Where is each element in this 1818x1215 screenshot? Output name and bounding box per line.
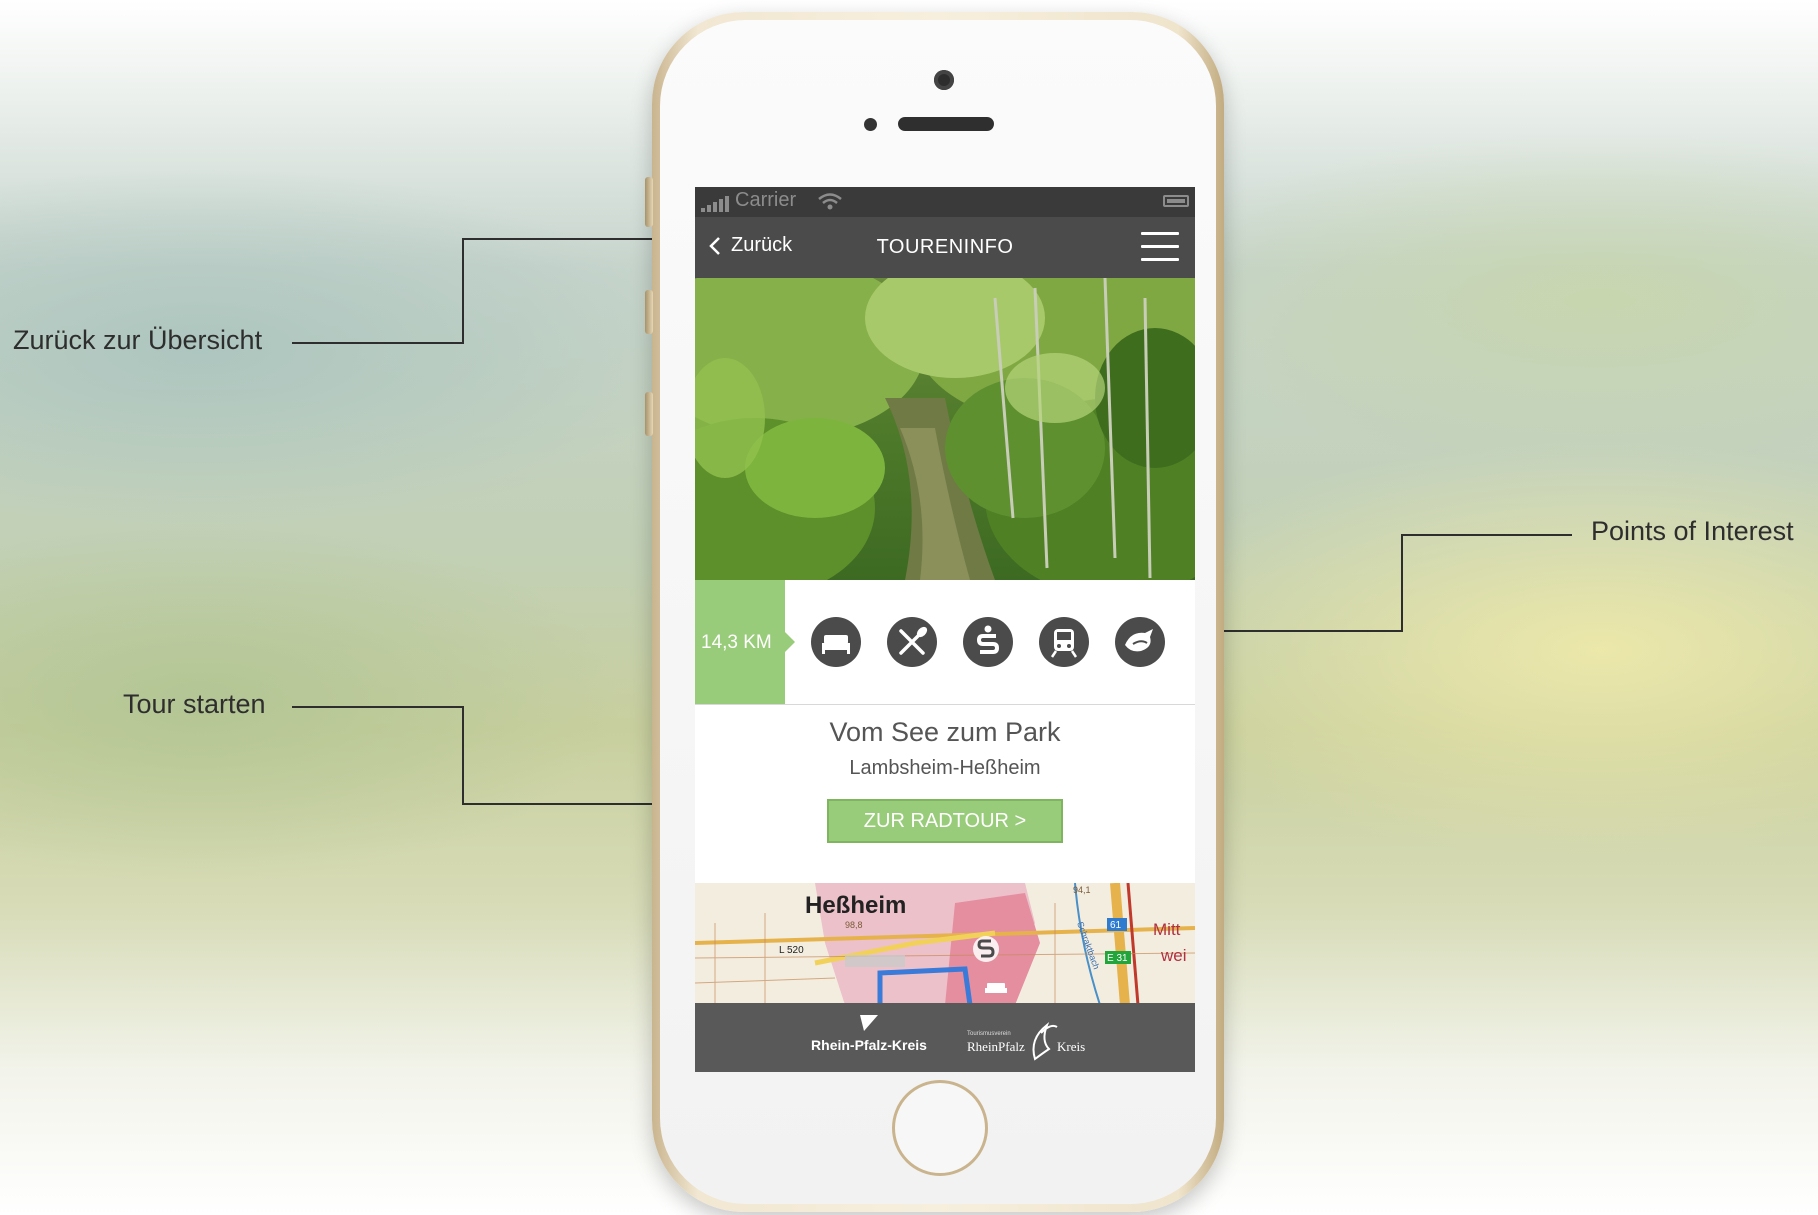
hamburger-icon-line [1141, 258, 1179, 261]
tour-subtitle: Lambsheim-Heßheim [849, 757, 1041, 779]
map-place-2: wei [1160, 946, 1187, 965]
callout-poi-label: Points of Interest [1591, 516, 1794, 546]
bed-icon[interactable] [811, 617, 861, 667]
hamburger-icon-line [1141, 232, 1179, 235]
distance-label: 14,3 KM [701, 632, 772, 653]
logo1-label: Rhein-Pfalz-Kreis [811, 1037, 927, 1053]
train-icon[interactable] [1039, 617, 1089, 667]
rhein-pfalz-kreis-logo[interactable]: Rhein-Pfalz-Kreis [799, 1013, 939, 1053]
page-title: TOURENINFO [876, 236, 1014, 258]
logo2-main-label: RheinPfalz [967, 1039, 1025, 1054]
battery-icon [1163, 195, 1189, 207]
footer: Rhein-Pfalz-Kreis Tourismusverein RheinP… [695, 1003, 1195, 1072]
map-bed-icon [985, 983, 1007, 993]
logo2-small-label: Tourismusverein [967, 1031, 1011, 1037]
earpiece-speaker [898, 117, 994, 131]
callout-start-label: Tour starten [123, 689, 266, 719]
volume-up-button [645, 290, 653, 334]
tour-map[interactable]: Heßheim L 520 98,8 94,1 61 E 31 Mitt wei… [695, 883, 1195, 1005]
bank-icon[interactable] [963, 617, 1013, 667]
map-place-1: Mitt [1153, 920, 1181, 939]
distance-badge: 14,3 KM [695, 580, 795, 704]
menu-button[interactable] [1141, 232, 1179, 264]
start-tour-button[interactable]: ZUR RADTOUR > [827, 799, 1063, 843]
map-graphic: Heßheim L 520 98,8 94,1 61 E 31 Mitt wei… [695, 883, 1195, 1005]
phone-face: Carrier Zurück TOURENINFO 14,3 KM Vom Se… [660, 20, 1216, 1204]
home-button[interactable] [892, 1080, 988, 1176]
map-route-badge-2: E 31 [1107, 953, 1128, 964]
tourism-logo[interactable]: Tourismusverein RheinPfalz Kreis [967, 1017, 1107, 1067]
phone-mockup: Carrier Zurück TOURENINFO 14,3 KM Vom Se… [645, 12, 1224, 1212]
volume-down-button [645, 392, 653, 436]
leaf-logo-icon [1032, 1022, 1058, 1061]
callout-back-label: Zurück zur Übersicht [13, 325, 263, 355]
map-town-label: Heßheim [805, 892, 906, 919]
logo2-kreis-label: Kreis [1057, 1039, 1086, 1054]
map-route-badge-1: 61 [1110, 920, 1122, 931]
map-elevation-2: 94,1 [1073, 885, 1091, 895]
map-road-label: L 520 [779, 945, 804, 956]
status-bar: Carrier [695, 187, 1195, 217]
poi-bar: 14,3 KM [695, 580, 1195, 705]
wifi-icon [818, 193, 842, 210]
carrier-label: Carrier [735, 189, 797, 211]
signal-icon [701, 196, 729, 212]
flag-icon [860, 1015, 878, 1031]
proximity-sensor [864, 118, 877, 131]
app-screen: Carrier Zurück TOURENINFO 14,3 KM Vom Se… [695, 187, 1195, 1072]
hamburger-icon-line [1141, 245, 1179, 248]
tour-title: Vom See zum Park [829, 717, 1061, 747]
restaurant-icon[interactable] [887, 617, 937, 667]
front-camera [934, 70, 954, 90]
tour-photo [695, 278, 1195, 580]
mute-switch [645, 177, 653, 227]
tour-info: Vom See zum Park Lambsheim-Heßheim ZUR R… [695, 705, 1195, 870]
bird-icon[interactable] [1115, 617, 1165, 667]
nav-bar: Zurück TOURENINFO [695, 217, 1195, 278]
map-elevation-1: 98,8 [845, 920, 863, 930]
